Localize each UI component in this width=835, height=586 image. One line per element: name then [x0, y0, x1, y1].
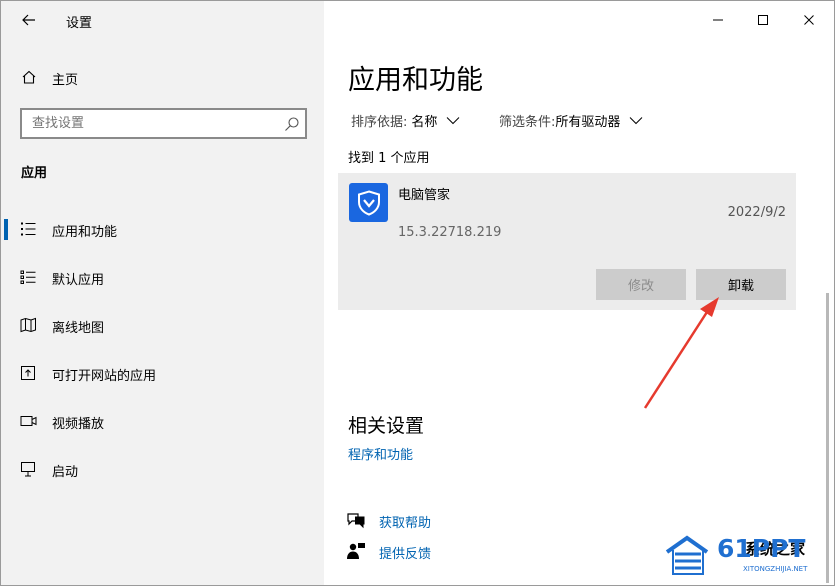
sidebar-item-apps-for-websites[interactable]: 可打开网站的应用 — [1, 353, 324, 393]
sidebar-item-default-apps[interactable]: 默认应用 — [1, 257, 324, 297]
section-heading-apps: 应用 — [21, 166, 48, 181]
sidebar-item-label: 默认应用 — [52, 273, 105, 288]
maximize-icon — [758, 15, 768, 25]
video-playback-icon — [20, 416, 37, 426]
sort-label: 排序依据: — [351, 115, 408, 130]
chevron-down-icon — [630, 117, 643, 125]
watermark-text: 61PPT — [717, 534, 806, 563]
app-install-date: 2022/9/2 — [727, 205, 786, 220]
main-content: 应用和功能 排序依据: 名称 筛选条件: 所有驱动器 找到 1 个应用 电脑管家… — [324, 1, 834, 585]
app-name: 电脑管家 — [398, 188, 451, 203]
back-arrow-icon — [22, 14, 35, 26]
search-input[interactable] — [22, 110, 272, 137]
shield-check-icon — [357, 189, 380, 216]
offline-maps-icon — [20, 317, 36, 333]
sidebar-item-label: 应用和功能 — [52, 225, 118, 240]
sidebar-item-offline-maps[interactable]: 离线地图 — [1, 305, 324, 345]
settings-window: 设置 主页 应用 应用和功能 — [0, 0, 835, 586]
watermark-house-icon — [665, 535, 709, 575]
sort-dropdown[interactable]: 排序依据: 名称 — [351, 111, 460, 130]
filter-dropdown[interactable]: 筛选条件: 所有驱动器 — [499, 111, 643, 130]
window-title: 设置 — [66, 16, 93, 31]
sidebar-item-apps-features[interactable]: 应用和功能 — [1, 209, 324, 249]
minimize-button[interactable] — [706, 9, 730, 31]
programs-features-link[interactable]: 程序和功能 — [348, 444, 413, 463]
filter-label: 筛选条件: — [499, 115, 556, 130]
startup-icon — [21, 462, 35, 477]
sidebar-item-home[interactable]: 主页 — [1, 63, 324, 91]
modify-button[interactable]: 修改 — [596, 269, 686, 300]
home-icon — [22, 70, 36, 84]
app-version: 15.3.22718.219 — [398, 225, 502, 240]
related-settings-title: 相关设置 — [348, 415, 425, 437]
site-watermark-logo: 系统之家 61PPT XITONGZHIJIA.NET — [665, 532, 831, 580]
feedback-person-icon — [347, 543, 365, 559]
apps-features-icon — [21, 222, 36, 236]
get-help-label: 获取帮助 — [379, 516, 432, 531]
sidebar-item-label: 可打开网站的应用 — [52, 369, 157, 384]
minimize-icon — [713, 19, 723, 21]
close-icon — [804, 15, 814, 25]
sidebar-item-label: 离线地图 — [52, 321, 105, 336]
home-label: 主页 — [52, 73, 79, 88]
sidebar-item-label: 启动 — [52, 465, 79, 480]
apps-for-websites-icon — [21, 366, 35, 380]
found-count: 找到 1 个应用 — [348, 151, 430, 166]
back-button[interactable] — [15, 7, 43, 33]
close-button[interactable] — [797, 9, 821, 31]
pc-manager-app-icon — [349, 183, 388, 222]
watermark-subtext: XITONGZHIJIA.NET — [743, 565, 808, 573]
sidebar-item-video-playback[interactable]: 视频播放 — [1, 401, 324, 441]
app-list-item[interactable]: 电脑管家 2022/9/2 15.3.22718.219 修改 卸载 — [338, 173, 796, 310]
filter-value: 所有驱动器 — [555, 115, 621, 130]
search-icon — [285, 117, 299, 131]
feedback-label: 提供反馈 — [379, 547, 432, 562]
page-title: 应用和功能 — [348, 65, 483, 96]
uninstall-button[interactable]: 卸载 — [696, 269, 786, 300]
feedback-link[interactable]: 提供反馈 — [346, 541, 546, 562]
get-help-link[interactable]: 获取帮助 — [346, 510, 546, 531]
maximize-button[interactable] — [751, 9, 775, 31]
default-apps-icon — [20, 270, 36, 284]
sidebar-item-label: 视频播放 — [52, 417, 105, 432]
sidebar: 设置 主页 应用 应用和功能 — [1, 1, 324, 585]
chevron-down-icon — [447, 117, 460, 125]
sort-value: 名称 — [411, 115, 438, 130]
help-chat-icon — [347, 513, 365, 529]
sidebar-item-startup[interactable]: 启动 — [1, 449, 324, 489]
search-box[interactable] — [20, 108, 307, 139]
